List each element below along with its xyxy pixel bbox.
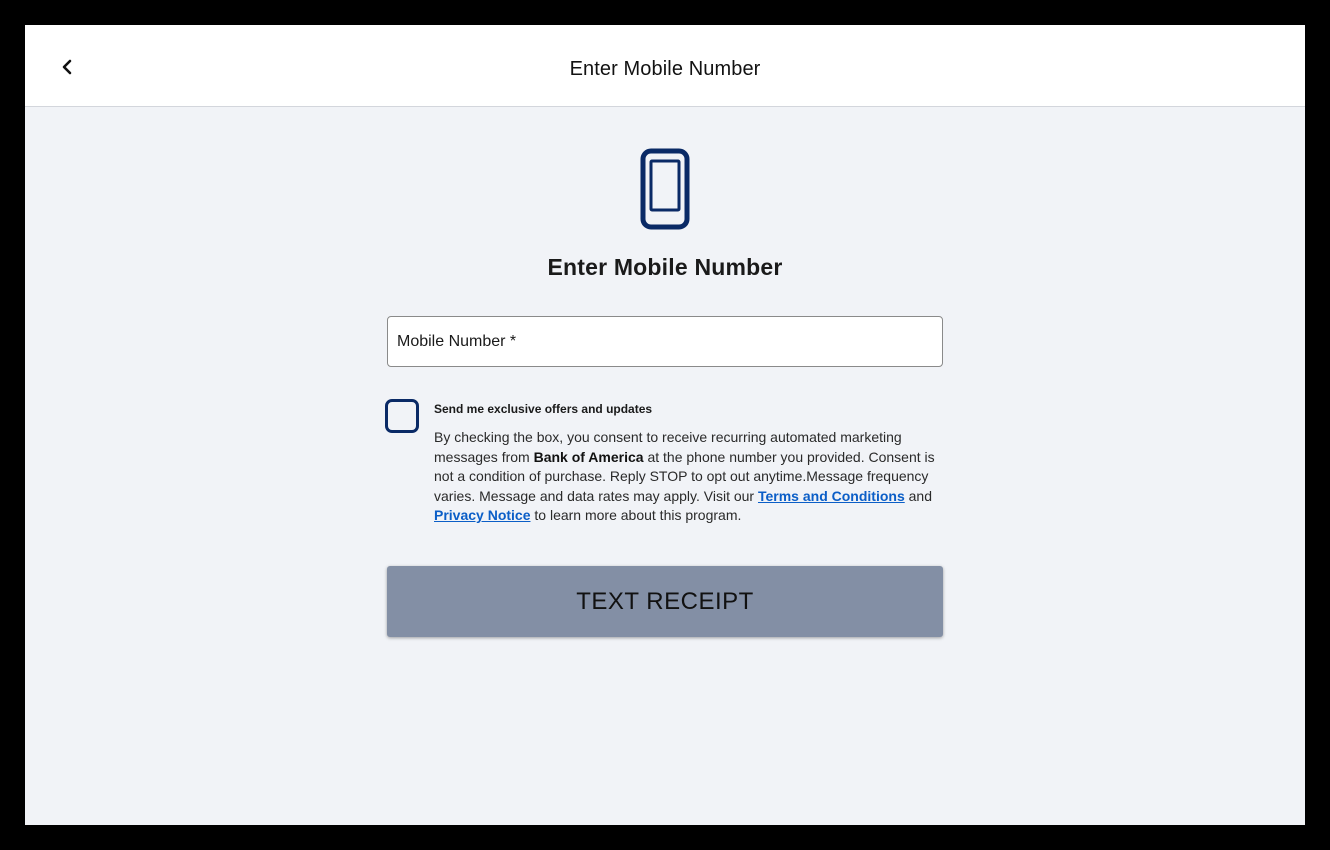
text-receipt-button[interactable]: TEXT RECEIPT (387, 566, 943, 637)
mobile-number-field[interactable] (387, 316, 943, 367)
consent-disclaimer: By checking the box, you consent to rece… (434, 428, 939, 526)
consent-text-and: and (904, 487, 932, 504)
consent-checkbox[interactable] (385, 399, 419, 433)
terms-link[interactable]: Terms and Conditions (758, 488, 905, 504)
privacy-notice-link[interactable]: Privacy Notice (434, 507, 531, 523)
smartphone-icon (640, 148, 690, 230)
top-app-bar: Enter Mobile Number (25, 25, 1305, 107)
main-heading: Enter Mobile Number (547, 254, 783, 280)
app-screen: Enter Mobile Number Enter Mobile Number … (25, 25, 1305, 825)
consent-label: Send me exclusive offers and updates (434, 402, 653, 416)
consent-brand: Bank of America (533, 448, 644, 465)
consent-text-part3: to learn more about this program. (530, 507, 742, 523)
page-title: Enter Mobile Number (569, 58, 761, 80)
mobile-number-input[interactable] (388, 317, 942, 366)
